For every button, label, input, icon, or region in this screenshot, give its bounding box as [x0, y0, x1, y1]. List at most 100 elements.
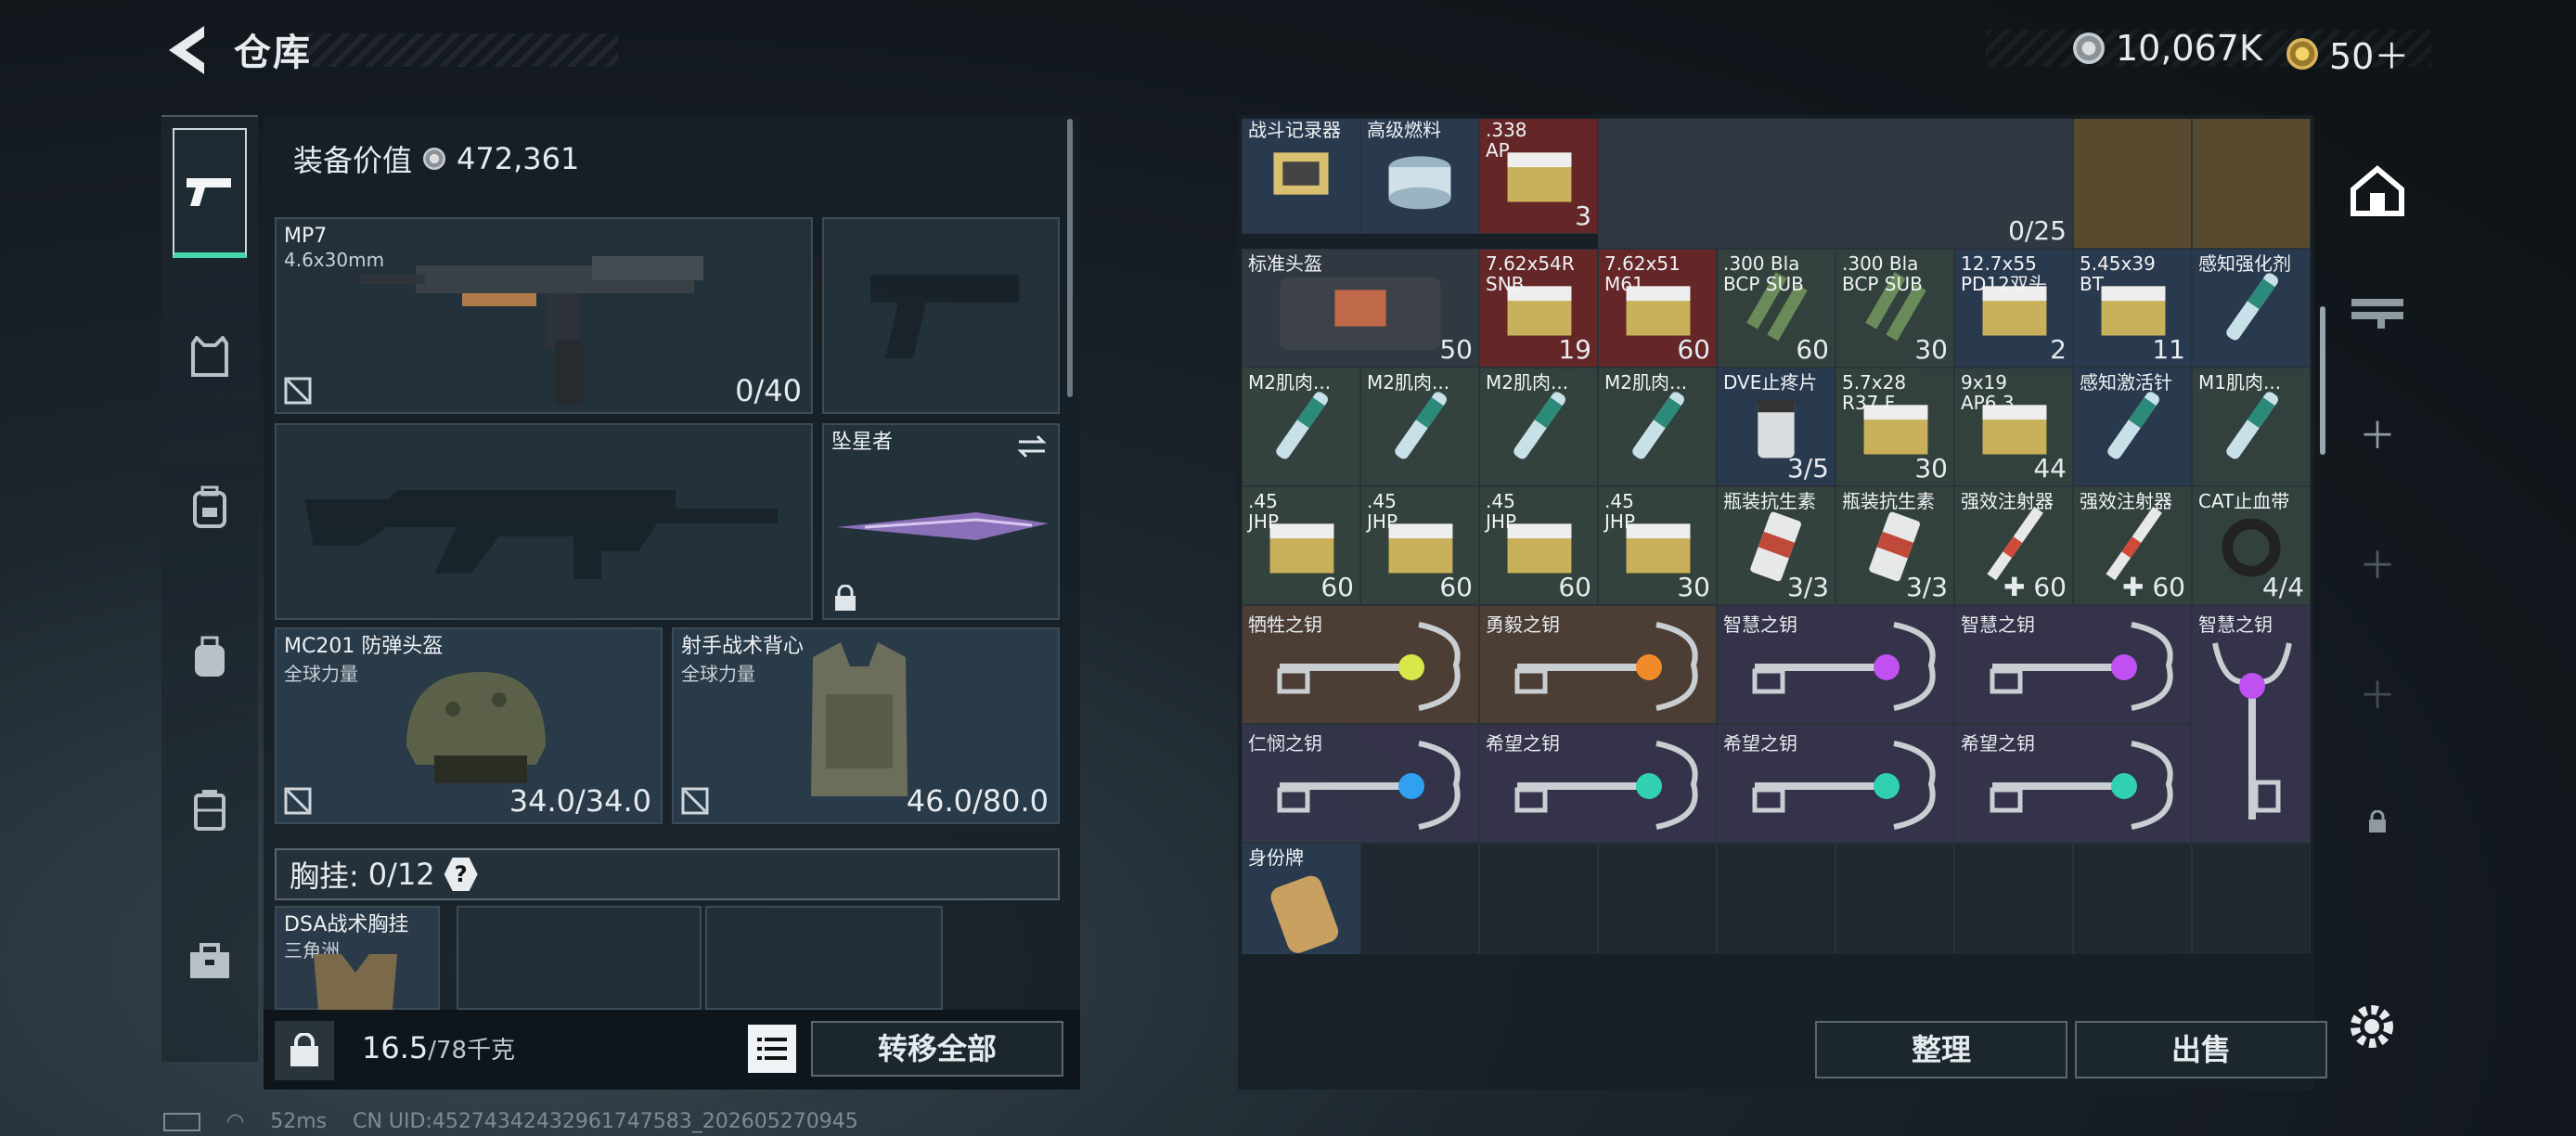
empty-slot[interactable] [2192, 843, 2311, 954]
rail-weapon-tab[interactable] [173, 128, 247, 258]
chest-rig-slot[interactable]: DSA战术胸挂 三角洲 [275, 906, 440, 1010]
rail-pouch-tab[interactable] [173, 620, 247, 694]
vest-slot[interactable]: 射手战术背心 全球力量 46.0/80.0 [672, 627, 1060, 824]
stash-item[interactable]: 感知强化剂 [2192, 249, 2311, 368]
rail-container-tab[interactable] [173, 772, 247, 846]
pistol-slot[interactable] [822, 217, 1060, 414]
currency-secondary[interactable]: 50＋ [2286, 28, 2409, 79]
empty-slot[interactable] [1479, 843, 1598, 954]
sell-button[interactable]: 出售 [2075, 1021, 2327, 1078]
stash-item[interactable]: M2肌肉... [1479, 368, 1598, 486]
stash-item[interactable]: 5.45x39 BT 11 [2073, 249, 2192, 368]
stash-item[interactable] [2192, 119, 2311, 249]
key-item[interactable]: 智慧之钥 [1954, 605, 2192, 724]
key-item[interactable]: 智慧之钥 [2192, 605, 2311, 843]
rig-pocket-slot[interactable] [457, 906, 702, 1010]
weight-lock-button[interactable] [275, 1021, 334, 1080]
stash-item[interactable]: 9x19 AP6.3 44 [1954, 368, 2073, 486]
rail-toolbox-tab[interactable] [173, 924, 247, 999]
stash-item-name: 7.62x54R SNB [1486, 252, 1575, 295]
stash-item[interactable]: 高级燃料 [1360, 119, 1479, 234]
stash-item[interactable]: 12.7x55 PD12双头 2 [1954, 249, 2073, 368]
stash-item[interactable]: 5.7x28 R37.F 30 [1835, 368, 1954, 486]
lock-icon [835, 585, 856, 611]
add-stash-tab[interactable]: ＋ [2338, 653, 2416, 731]
stash-item[interactable]: 0/25 [1598, 119, 2073, 249]
key-item[interactable]: 仁悯之钥 [1242, 724, 1479, 843]
helmet-slot[interactable]: MC201 防弹头盔 全球力量 34.0/34.0 [275, 627, 663, 824]
stash-item[interactable]: .45 JHP 30 [1598, 486, 1717, 605]
stash-item[interactable]: 瓶装抗生素 3/3 [1835, 486, 1954, 605]
key-item[interactable]: 希望之钥 [1717, 724, 1954, 843]
locked-tab[interactable] [2338, 783, 2416, 861]
list-icon [757, 1038, 787, 1060]
stash-item[interactable]: 强效注射器 ✚ 60 [1954, 486, 2073, 605]
stash-item[interactable]: M2肌肉... [1360, 368, 1479, 486]
stash-item[interactable]: 感知激活针 [2073, 368, 2192, 486]
stash-scrollbar[interactable] [2320, 306, 2325, 455]
add-stash-tab[interactable]: ＋ [2338, 394, 2416, 471]
stash-item[interactable]: 强效注射器 ✚ 60 [2073, 486, 2192, 605]
insurance-tag-icon [284, 377, 312, 405]
stash-item[interactable]: .45 JHP 60 [1242, 486, 1360, 605]
primary-weapon-name: MP7 [284, 225, 328, 248]
add-stash-tab[interactable]: ＋ [2338, 523, 2416, 601]
stash-tab-main[interactable] [2338, 152, 2416, 230]
stash-tab-weapons[interactable] [2338, 273, 2416, 351]
stash-item[interactable]: 身份牌 [1242, 843, 1360, 954]
melee-slot[interactable]: 坠星者 [822, 423, 1060, 620]
empty-slot[interactable] [1598, 843, 1717, 954]
empty-slot[interactable] [1835, 843, 1954, 954]
stash-item[interactable]: 战斗记录器 [1242, 119, 1360, 234]
stash-item[interactable]: 7.62x51 M61 60 [1598, 249, 1717, 368]
stash-item[interactable]: DVE止疼片 3/5 [1717, 368, 1835, 486]
empty-slot[interactable] [1717, 843, 1835, 954]
sort-button[interactable]: 整理 [1815, 1021, 2067, 1078]
wifi-icon: ◠ [226, 1110, 245, 1133]
rig-pocket-slot[interactable] [705, 906, 943, 1010]
stash-item[interactable]: 7.62x54R SNB 19 [1479, 249, 1598, 368]
key-item-name: 智慧之钥 [1723, 613, 1797, 636]
empty-slot[interactable] [1360, 843, 1479, 954]
transfer-all-button[interactable]: 转移全部 [811, 1021, 1063, 1077]
stash-item[interactable]: 标准头盔 50 [1242, 249, 1479, 368]
backpack-icon [193, 485, 226, 528]
stash-item[interactable]: .300 Bla BCP SUB 60 [1717, 249, 1835, 368]
swap-icon[interactable] [1015, 432, 1049, 460]
empty-slot[interactable] [1954, 843, 2073, 954]
key-item[interactable]: 希望之钥 [1479, 724, 1717, 843]
currency-main[interactable]: 10,067K [2073, 28, 2262, 69]
stash-item[interactable]: M2肌肉... [1598, 368, 1717, 486]
stash-item[interactable]: M1肌肉... [2192, 368, 2311, 486]
stash-item-name: M2肌肉... [1248, 371, 1332, 394]
stash-item-name: M2肌肉... [1604, 371, 1688, 394]
rig-item-name: DSA战术胸挂 [284, 913, 409, 936]
stash-item[interactable]: M2肌肉... [1242, 368, 1360, 486]
insurance-tag-icon [284, 787, 312, 815]
key-item[interactable]: 智慧之钥 [1717, 605, 1954, 724]
key-item[interactable]: 希望之钥 [1954, 724, 2192, 843]
chest-rig-count: 0/12 [367, 857, 435, 892]
stash-item[interactable]: CAT止血带 4/4 [2192, 486, 2311, 605]
gear-icon[interactable] [2344, 999, 2400, 1054]
stash-item[interactable]: 瓶装抗生素 3/3 [1717, 486, 1835, 605]
stash-item-name: 标准头盔 [1248, 252, 1322, 275]
stash-item[interactable]: .45 JHP 60 [1360, 486, 1479, 605]
key-item[interactable]: 牺牲之钥 [1242, 605, 1479, 724]
key-item[interactable]: 勇毅之钥 [1479, 605, 1717, 724]
secondary-weapon-slot[interactable] [275, 423, 813, 620]
stash-item-count: 60 [1677, 334, 1710, 365]
stash-item-count: 3/3 [1905, 572, 1948, 602]
rail-backpack-tab[interactable] [173, 470, 247, 544]
loadout-scrollbar[interactable] [1067, 119, 1073, 397]
stash-item[interactable] [2073, 119, 2192, 249]
stash-item[interactable]: .300 Bla BCP SUB 30 [1835, 249, 1954, 368]
primary-weapon-slot[interactable]: MP7 4.6x30mm 0/40 [275, 217, 813, 414]
stash-item[interactable]: .45 JHP 60 [1479, 486, 1598, 605]
list-view-button[interactable] [748, 1025, 796, 1073]
rail-vest-tab[interactable] [173, 319, 247, 394]
help-icon[interactable]: ? [444, 858, 478, 891]
empty-slot[interactable] [2073, 843, 2192, 954]
back-arrow-icon[interactable] [163, 24, 210, 76]
stash-item[interactable]: .338 AP 3 [1479, 119, 1598, 234]
